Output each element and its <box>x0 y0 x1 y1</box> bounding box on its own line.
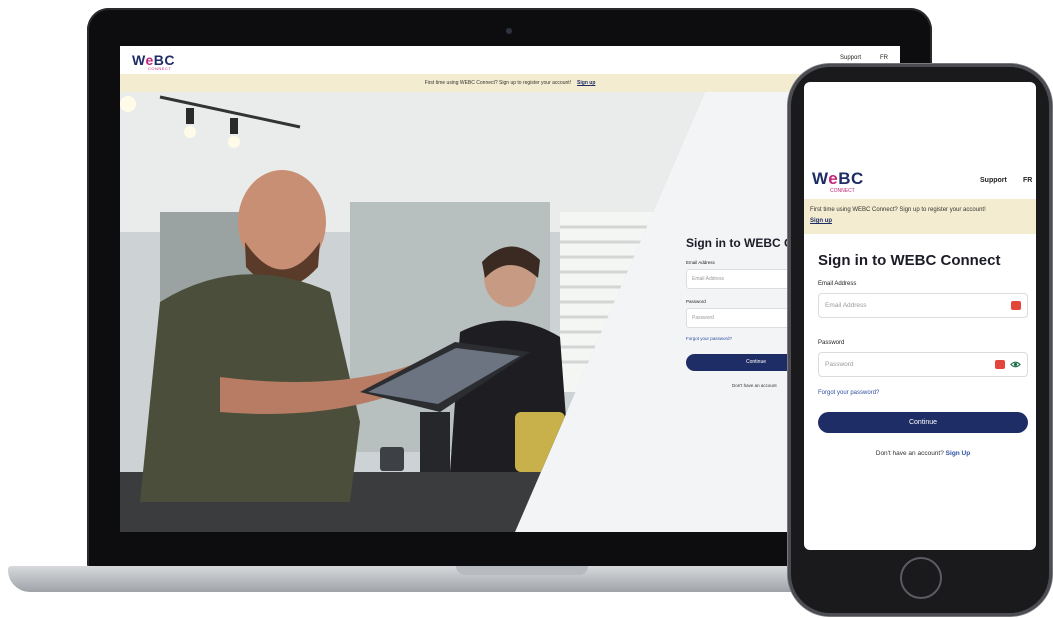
phone-no-account-label: Don't have an account? <box>875 450 944 457</box>
phone-email-placeholder: Email Address <box>825 302 867 309</box>
laptop-base-notch <box>456 566 588 575</box>
phone-screen: WeBC CONNECT Support FR First time using… <box>804 82 1036 550</box>
phone-support-link[interactable]: Support <box>980 177 1007 184</box>
phone-signin-form: Sign in to WEBC Connect Email Address Em… <box>818 252 1028 457</box>
laptop-banner-signup-link[interactable]: Sign up <box>577 80 595 86</box>
phone-logo-subtitle: CONNECT <box>830 188 855 194</box>
phone-signin-title: Sign in to WEBC Connect <box>818 252 1001 269</box>
laptop-signup-banner: First time using WEBC Connect? Sign up t… <box>120 74 900 92</box>
phone-password-label: Password <box>818 340 845 346</box>
phone-forgot-password-link[interactable]: Forgot your password? <box>818 390 1028 396</box>
password-manager-icon[interactable] <box>1011 301 1021 310</box>
laptop-support-link[interactable]: Support <box>840 55 861 61</box>
phone-banner-text: First time using WEBC Connect? Sign up t… <box>810 207 986 213</box>
phone-email-input[interactable]: Email Address <box>818 293 1028 318</box>
phone-password-input[interactable]: Password <box>818 352 1028 377</box>
laptop-lang-link[interactable]: FR <box>880 55 888 61</box>
phone-home-button[interactable] <box>900 557 942 599</box>
laptop-camera-icon <box>506 28 512 34</box>
phone-password-placeholder: Password <box>825 361 854 368</box>
phone-signup-banner: First time using WEBC Connect? Sign up t… <box>804 199 1036 234</box>
phone-signup-link[interactable]: Sign Up <box>946 450 971 457</box>
laptop-header: WeBC CONNECT Support FR <box>120 46 900 74</box>
phone-lang-link[interactable]: FR <box>1023 177 1032 184</box>
phone-banner-signup-link[interactable]: Sign up <box>810 216 1030 227</box>
password-manager-icon[interactable] <box>995 360 1005 369</box>
phone-email-label: Email Address <box>818 281 857 287</box>
phone-continue-button[interactable]: Continue <box>818 412 1028 433</box>
eye-icon[interactable] <box>1010 359 1021 370</box>
phone-no-account-text: Don't have an account? Sign Up <box>818 450 1028 457</box>
phone-logo[interactable]: WeBC <box>812 169 864 189</box>
laptop-screen: WeBC CONNECT Support FR First time using… <box>120 46 900 532</box>
phone-header: WeBC CONNECT Support FR <box>804 162 1036 198</box>
laptop-banner-text: First time using WEBC Connect? Sign up t… <box>424 80 572 86</box>
laptop-logo-subtitle: CONNECT <box>148 66 172 71</box>
